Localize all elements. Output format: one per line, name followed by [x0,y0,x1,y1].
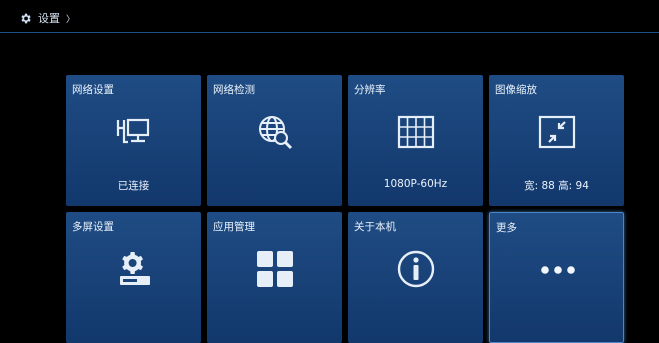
tile-status: 宽: 88 高: 94 [524,180,589,192]
more-dots-icon [490,250,625,290]
tile-multiscreen[interactable]: 多屏设置 [66,212,201,343]
network-icon [66,112,201,152]
gear-icon [19,12,32,25]
tile-network-settings[interactable]: 网络设置 已连接 [66,75,201,206]
tile-title: 网络设置 [72,84,114,96]
multiscreen-gear-icon [66,249,201,289]
tile-title: 分辨率 [354,84,386,96]
tile-title: 应用管理 [213,221,255,233]
tile-more[interactable]: 更多 [489,212,624,343]
top-bar: 设置 〉 [0,0,659,33]
tile-network-check[interactable]: 网络检测 [207,75,342,206]
globe-search-icon [207,112,342,152]
tile-status: 1080P-60Hz [383,178,448,190]
tile-title: 多屏设置 [72,221,114,233]
tile-title: 图像缩放 [495,84,537,96]
breadcrumb[interactable]: 设置 〉 [19,10,75,26]
tile-status: 已连接 [117,180,150,192]
tile-resolution[interactable]: 分辨率 1080P-60Hz [348,75,483,206]
chevron-right-icon: 〉 [66,14,76,25]
header-divider [0,32,659,33]
shrink-icon [489,112,624,152]
tile-title: 关于本机 [354,221,396,233]
tile-app-management[interactable]: 应用管理 [207,212,342,343]
tile-title: 网络检测 [213,84,255,96]
grid-screen-icon [348,112,483,152]
info-icon [348,249,483,289]
tile-about-device[interactable]: 关于本机 [348,212,483,343]
tile-image-scale[interactable]: 图像缩放 宽: 88 高: 94 [489,75,624,206]
tile-title: 更多 [496,222,517,234]
page-title: 设置 [38,12,60,25]
apps-icon [207,249,342,289]
